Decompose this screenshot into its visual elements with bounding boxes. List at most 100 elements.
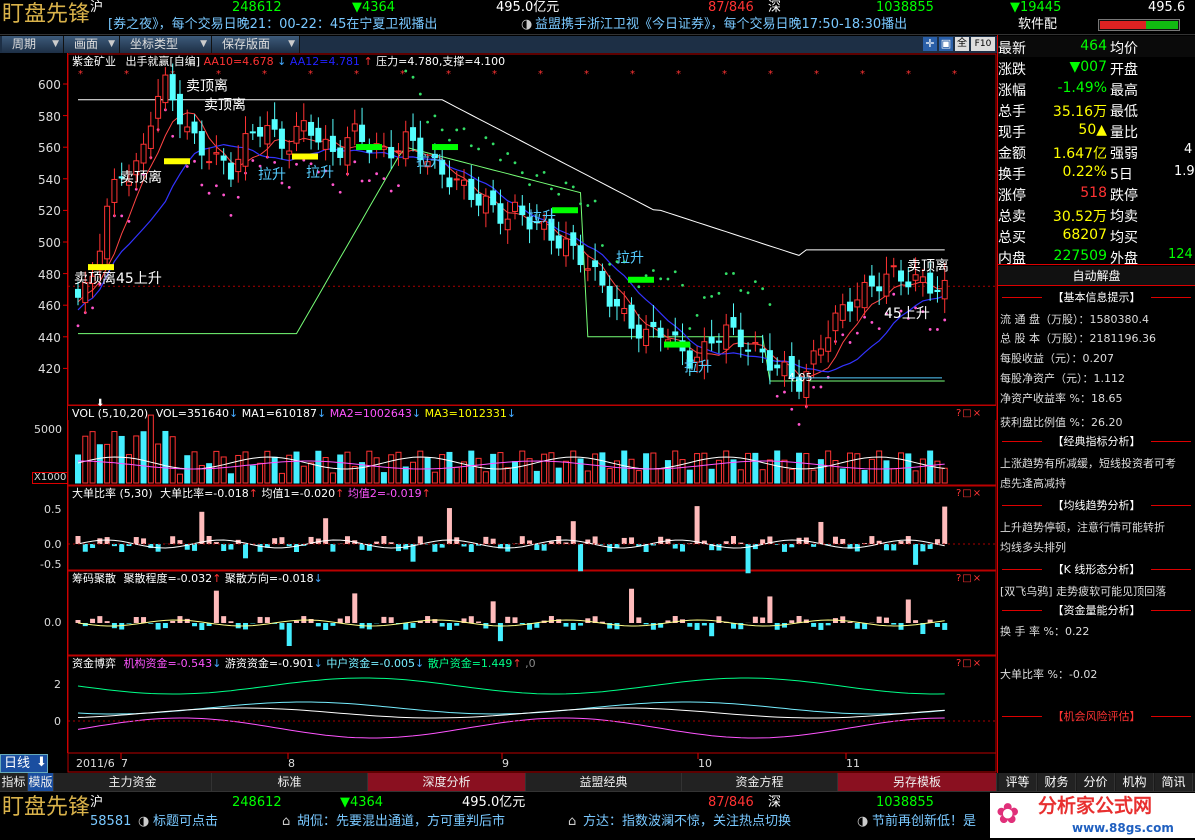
candle-body: [584, 268, 591, 271]
tab-fund-equation[interactable]: 资金方程: [682, 773, 838, 791]
big-panel-icons[interactable]: ?□×: [956, 488, 992, 500]
volume-bar: [162, 430, 169, 484]
quote-extra-10: 124: [1168, 247, 1193, 262]
volume-bar: [730, 459, 737, 484]
tab-standard[interactable]: 标准: [212, 773, 368, 791]
tab-template[interactable]: 模版: [28, 773, 54, 791]
fullscreen-icon[interactable]: 全: [955, 37, 969, 51]
chip-bar: [177, 616, 183, 623]
sar-dot: [528, 183, 531, 187]
sar-dot: [695, 313, 699, 317]
zoom-icon[interactable]: ▣: [939, 37, 953, 51]
tab-yimeng-classic[interactable]: 益盟经典: [526, 773, 682, 791]
big-ratio-bar: [468, 544, 474, 552]
analysis-section-title[interactable]: 【机会风险评估】: [998, 708, 1195, 724]
software-label[interactable]: 软件配: [1018, 18, 1057, 31]
analysis-line: 总 股 本（万股）：2181196.36: [1000, 332, 1156, 345]
chip-bar: [199, 623, 205, 630]
volume-bar: [410, 461, 417, 484]
sar-dot: [411, 75, 415, 79]
analysis-section-title[interactable]: 【均线趋势分析】: [998, 497, 1195, 513]
f10-button[interactable]: F10: [971, 37, 995, 51]
analysis-section-title[interactable]: 【基本信息提示】: [998, 289, 1195, 305]
news-1[interactable]: [券之夜》，每个交易日晚21：00-22：45在宁夏卫视播出: [108, 18, 437, 31]
vol-panel-icons[interactable]: ?□×: [956, 408, 992, 420]
volume-bar: [461, 461, 468, 484]
tab-indicator[interactable]: 指标: [0, 773, 28, 791]
candle-body: [140, 143, 147, 164]
fund-series-line: [77, 677, 945, 695]
candle-body: [402, 131, 409, 160]
right-tab[interactable]: 分价: [1077, 773, 1115, 791]
sar-dot: [448, 138, 451, 142]
bottom-row2-c[interactable]: 胡侃：先要混出通道，方可重判后市: [297, 815, 505, 828]
analysis-line: 获利盘比例值 %：26.20: [1000, 416, 1123, 429]
sar-dot: [404, 69, 408, 73]
volume-bar: [592, 453, 599, 484]
volume-bar: [125, 454, 132, 484]
chip-bar: [614, 623, 620, 630]
right-tab[interactable]: 评等: [999, 773, 1037, 791]
volume-bar: [737, 469, 744, 484]
save-layout-button[interactable]: 保存版面: [212, 36, 300, 53]
analysis-section-title[interactable]: 【资金量能分析】: [998, 602, 1195, 618]
bottom-row2-e[interactable]: 节前再创新低！是: [872, 815, 976, 828]
chip-panel-icons[interactable]: ?□×: [956, 573, 992, 585]
sar-dot: [877, 327, 881, 331]
pressure-value: 压力=4.780,支撑=4.100: [376, 55, 506, 68]
quote-value: -1.49%: [1057, 80, 1107, 96]
signal-star: *: [722, 69, 727, 80]
candle-body: [468, 178, 475, 200]
analysis-section-title[interactable]: 【K 线形态分析】: [998, 561, 1195, 577]
candle-body: [308, 121, 315, 136]
signal-block: [164, 158, 190, 165]
period-button[interactable]: 周期: [2, 36, 64, 53]
quote-extra-4: 4: [1184, 142, 1193, 157]
candle-body: [286, 150, 293, 155]
chip-bar: [760, 617, 766, 623]
tab-save-template[interactable]: 另存模板: [838, 773, 997, 791]
candle-body: [657, 327, 664, 338]
logo-text: 分析家公式网: [1038, 795, 1153, 817]
top-sz-label: 深: [768, 0, 782, 15]
chip-bar: [410, 623, 416, 628]
right-tab[interactable]: 简讯: [1155, 773, 1193, 791]
canvas-button[interactable]: 画面: [64, 36, 120, 53]
candle-body: [220, 155, 227, 161]
analysis-section-title[interactable]: 【经典指标分析】: [998, 433, 1195, 449]
x-label-3: 9: [502, 757, 509, 770]
right-tab[interactable]: 财务: [1038, 773, 1076, 791]
bottom-row2-d[interactable]: 方达：指数波澜不惊，关注热点切换: [583, 815, 791, 828]
candle-body: [497, 203, 504, 224]
analysis-line: 上升趋势停顿，注意行情可能转折: [1000, 521, 1165, 534]
volume-bar: [708, 468, 715, 484]
sar-dot: [644, 274, 648, 277]
fund-panel-icons[interactable]: ?□×: [956, 658, 992, 670]
candle-body: [890, 265, 897, 268]
ma-fast-line: [77, 112, 945, 379]
quote-label: 涨跌: [998, 62, 1026, 78]
chip-bar: [854, 623, 860, 629]
candle-body: [235, 158, 242, 173]
tab-deep-analysis[interactable]: 深度分析: [368, 773, 526, 791]
volume-bar: [672, 450, 679, 484]
news-2[interactable]: 益盟携手浙江卫视《今日证券》，每个交易日晚17:50-18:30播出: [535, 18, 907, 31]
coord-button[interactable]: 坐标类型: [120, 36, 212, 53]
right-tab[interactable]: 机构: [1116, 773, 1154, 791]
auto-analysis-header[interactable]: 自动解盘: [998, 266, 1195, 286]
big-ratio-bar: [279, 537, 285, 544]
crosshair-icon[interactable]: ✛: [923, 37, 937, 51]
bottom-row2-b[interactable]: 标题可点击: [153, 815, 218, 828]
tab-main-fund[interactable]: 主力资金: [54, 773, 212, 791]
candle-body: [752, 341, 759, 345]
quote-row: 涨幅 -1.49% 最高: [998, 78, 1195, 99]
chip-bar: [330, 623, 336, 626]
chip-bar: [162, 623, 168, 629]
big-ratio-bar: [934, 539, 940, 544]
candle-body: [519, 205, 526, 216]
analysis-line: 每股收益（元）：0.207: [1000, 352, 1114, 365]
volume-bar: [82, 435, 89, 484]
chip-bar: [192, 623, 198, 627]
candle-body: [562, 238, 569, 257]
volume-bar: [329, 472, 336, 484]
